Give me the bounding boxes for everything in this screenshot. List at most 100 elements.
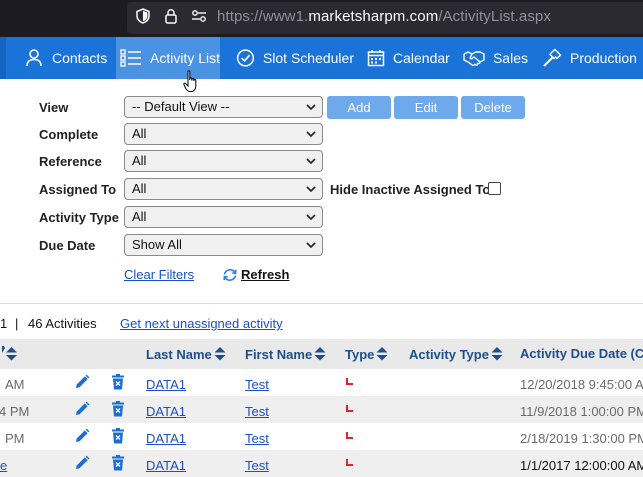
lock-icon[interactable] <box>163 8 179 24</box>
row-last-name-link[interactable]: DATA1 <box>146 458 186 473</box>
nav-item-production[interactable]: Production <box>542 37 643 79</box>
next-unassigned-link[interactable]: Get next unassigned activity <box>120 316 283 331</box>
permissions-icon[interactable] <box>191 8 207 24</box>
row-time-fragment: 4 PM <box>0 404 30 419</box>
sort-icon[interactable] <box>0 346 18 362</box>
chevron-down-icon <box>306 186 316 193</box>
edit-pencil-icon[interactable] <box>74 428 90 449</box>
section-divider <box>0 303 643 304</box>
summary-separator: | <box>15 316 19 331</box>
assigned-to-label: Assigned To <box>39 182 117 197</box>
hand-cursor-icon <box>183 70 197 92</box>
hammer-icon <box>543 48 562 67</box>
nav-item-label: Calendar <box>393 50 450 66</box>
view-select-value: -- Default View -- <box>132 99 230 114</box>
delete-trash-icon[interactable] <box>111 401 125 422</box>
url-text[interactable]: https://www1.marketsharpm.com/ActivityLi… <box>217 8 551 25</box>
col-last-name[interactable]: Last Name <box>146 346 226 362</box>
row-first-name-link[interactable]: Test <box>245 458 269 473</box>
refresh-icon <box>223 268 237 281</box>
refresh-label: Refresh <box>241 267 290 282</box>
check-circle-icon <box>236 49 255 67</box>
shield-icon[interactable] <box>135 8 151 24</box>
due-date-select-value: Show All <box>132 237 182 252</box>
view-label: View <box>39 100 69 115</box>
edit-pencil-icon[interactable] <box>74 374 90 395</box>
url-path: /ActivityList.aspx <box>438 8 551 25</box>
activity-type-select[interactable]: All <box>124 206 323 228</box>
col-first-name[interactable]: First Name <box>245 346 326 362</box>
row-due-date: 11/9/2018 1:00:00 PM <box>520 404 643 419</box>
reference-select[interactable]: All <box>124 150 323 172</box>
handshake-icon <box>463 51 485 67</box>
chevron-down-icon <box>306 131 316 138</box>
nav-item-label: Contacts <box>52 50 108 66</box>
edit-pencil-icon[interactable] <box>74 455 90 476</box>
activity-type-select-value: All <box>132 209 147 224</box>
url-prefix: https://www1. <box>217 8 309 25</box>
page-number: 1 <box>0 316 8 331</box>
refresh-button[interactable]: Refresh <box>222 267 289 282</box>
delete-trash-icon[interactable] <box>111 374 125 395</box>
row-first-name-link[interactable]: Test <box>245 404 269 419</box>
delete-trash-icon[interactable] <box>111 455 125 476</box>
edit-pencil-icon[interactable] <box>74 401 90 422</box>
nav-item-contacts[interactable]: Contacts <box>20 37 112 79</box>
clear-filters-link[interactable]: Clear Filters <box>124 267 194 282</box>
row-last-name-link[interactable]: DATA1 <box>146 431 186 446</box>
row-time-fragment: PM <box>5 431 25 446</box>
add-button[interactable]: Add <box>327 96 391 119</box>
row-due-date: 1/1/2017 12:00:00 AM <box>520 458 643 473</box>
chevron-down-icon <box>306 242 316 249</box>
chevron-down-icon <box>306 158 316 165</box>
url-host: marketsharpm.com <box>308 8 439 25</box>
row-first-name-link[interactable]: Test <box>245 377 269 392</box>
row-due-date: 12/20/2018 9:45:00 A <box>520 377 643 392</box>
sort-icon <box>314 347 326 361</box>
row-due-date: 2/18/2019 1:30:00 PM <box>520 431 643 446</box>
row-last-name-link[interactable]: DATA1 <box>146 377 186 392</box>
row-last-name-link[interactable]: DATA1 <box>146 404 186 419</box>
assigned-to-select[interactable]: All <box>124 178 323 200</box>
view-select[interactable]: -- Default View -- <box>124 96 323 118</box>
edit-button[interactable]: Edit <box>394 96 458 119</box>
col-due-date[interactable]: Activity Due Date (CD <box>520 346 643 361</box>
due-date-select[interactable]: Show All <box>124 234 323 256</box>
sort-icon <box>376 347 388 361</box>
row-first-name-link[interactable]: Test <box>245 431 269 446</box>
delete-button[interactable]: Delete <box>461 96 525 119</box>
row-time-fragment: AM <box>5 377 25 392</box>
assigned-to-select-value: All <box>132 181 147 196</box>
nav-item-label: Activity List <box>149 50 220 66</box>
reference-select-value: All <box>132 153 147 168</box>
nav-item-label: Production <box>570 50 637 66</box>
complete-select-value: All <box>132 126 147 141</box>
type-flag-icon <box>346 432 353 439</box>
nav-item-activity-list[interactable]: Activity List <box>116 37 220 79</box>
activity-count: 46 Activities <box>28 316 97 331</box>
type-flag-icon <box>346 405 353 412</box>
type-flag-icon <box>346 378 353 385</box>
row-time-fragment[interactable]: e <box>0 458 7 473</box>
sort-icon <box>214 347 226 361</box>
nav-item-calendar[interactable]: Calendar <box>367 37 451 79</box>
complete-label: Complete <box>39 127 99 142</box>
col-first-name-label: First Name <box>245 346 313 362</box>
nav-item-label: Slot Scheduler <box>262 50 354 66</box>
delete-trash-icon[interactable] <box>111 428 125 449</box>
nav-edge <box>0 37 6 79</box>
col-type-label: Type <box>345 346 375 362</box>
hide-inactive-checkbox[interactable] <box>488 182 501 195</box>
complete-select[interactable]: All <box>124 123 323 145</box>
chevron-down-icon <box>306 214 316 221</box>
col-type[interactable]: Type <box>345 346 388 362</box>
nav-item-slot-scheduler[interactable]: Slot Scheduler <box>236 37 354 79</box>
type-flag-icon <box>346 459 353 466</box>
calendar-icon <box>367 50 385 67</box>
person-icon <box>26 49 42 67</box>
col-activity-type[interactable]: Activity Type <box>409 346 503 362</box>
due-date-label: Due Date <box>39 238 96 253</box>
reference-label: Reference <box>39 154 102 169</box>
nav-item-sales[interactable]: Sales <box>463 37 528 79</box>
hide-inactive-label: Hide Inactive Assigned To <box>330 182 491 197</box>
